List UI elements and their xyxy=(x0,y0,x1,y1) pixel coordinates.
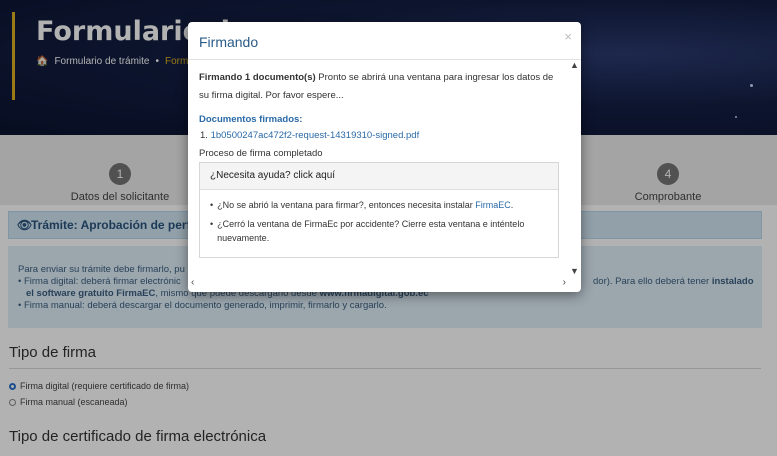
modal-title: Firmando xyxy=(199,34,259,50)
chevron-left-icon[interactable]: ‹ xyxy=(191,277,194,288)
help-body: • ¿No se abrió la ventana para firmar?, … xyxy=(200,190,558,257)
chevron-right-icon[interactable]: › xyxy=(563,277,566,288)
firmaec-link[interactable]: FirmaEC xyxy=(475,200,511,210)
signed-docs-label: Documentos firmados: xyxy=(199,114,303,125)
modal-body: Firmando 1 documento(s) Pronto se abrirá… xyxy=(188,60,569,292)
doc-index: 1. xyxy=(200,130,208,141)
help-toggle[interactable]: ¿Necesita ayuda? click aquí xyxy=(200,163,558,190)
signing-message: Firmando 1 documento(s) Pronto se abrirá… xyxy=(199,69,558,105)
signing-status: Proceso de firma completado xyxy=(199,148,323,159)
help-text: ¿No se abrió la ventana para firmar?, en… xyxy=(217,200,476,210)
help-text: . xyxy=(510,200,514,210)
bullet-icon: • xyxy=(210,200,214,210)
close-icon[interactable]: × xyxy=(564,29,572,44)
signing-count: Firmando 1 documento(s) xyxy=(199,72,316,83)
signed-doc-item: 1. 1b0500247ac472f2-request-14319310-sig… xyxy=(199,130,558,141)
help-item: • ¿Cerró la ventana de FirmaEc por accid… xyxy=(210,217,548,245)
bullet-icon: • xyxy=(210,219,214,229)
chevron-up-icon[interactable]: ▲ xyxy=(570,60,579,70)
help-panel: ¿Necesita ayuda? click aquí • ¿No se abr… xyxy=(199,162,559,258)
help-item-text: ¿No se abrió la ventana para firmar?, en… xyxy=(217,198,513,212)
help-text: ¿Cerró la ventana de FirmaEc por acciden… xyxy=(217,219,525,243)
modal-header: Firmando × xyxy=(188,22,581,60)
help-item: • ¿No se abrió la ventana para firmar?, … xyxy=(210,198,548,212)
vertical-scrollbar[interactable]: ▲ ▼ xyxy=(569,60,581,276)
chevron-down-icon[interactable]: ▼ xyxy=(570,266,579,276)
horizontal-scrollbar[interactable]: ‹ › xyxy=(188,277,569,290)
signed-doc-link[interactable]: 1b0500247ac472f2-request-14319310-signed… xyxy=(211,130,420,141)
signing-modal: Firmando × Firmando 1 documento(s) Pront… xyxy=(188,22,581,292)
